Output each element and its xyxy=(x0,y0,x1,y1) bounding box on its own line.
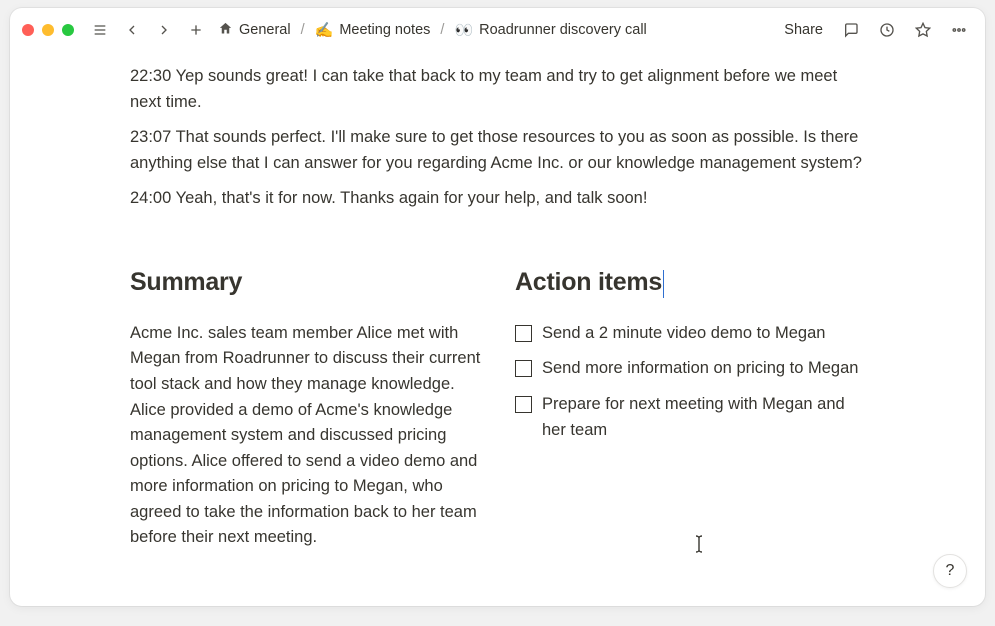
topbar: General / ✍️ Meeting notes / 👀 Roadrunne… xyxy=(10,8,985,52)
share-button[interactable]: Share xyxy=(780,18,827,42)
topbar-right-actions: Share xyxy=(780,18,971,42)
transcript-line[interactable]: 24:00 Yeah, that's it for now. Thanks ag… xyxy=(130,186,870,212)
summary-heading[interactable]: Summary xyxy=(130,268,242,297)
help-label: ? xyxy=(946,562,955,580)
todo-item[interactable]: Send a 2 minute video demo to Megan xyxy=(515,321,870,347)
new-page-button[interactable] xyxy=(184,18,208,42)
checkbox[interactable] xyxy=(515,325,532,342)
action-items-heading-text: Action items xyxy=(515,268,662,296)
favorite-button[interactable] xyxy=(911,18,935,42)
breadcrumb-label: General xyxy=(239,22,291,38)
todo-label[interactable]: Send more information on pricing to Mega… xyxy=(542,356,858,382)
checkbox[interactable] xyxy=(515,396,532,413)
breadcrumb: General / ✍️ Meeting notes / 👀 Roadrunne… xyxy=(216,19,649,42)
transcript-line[interactable]: 22:30 Yep sounds great! I can take that … xyxy=(130,64,870,115)
summary-body[interactable]: Acme Inc. sales team member Alice met wi… xyxy=(130,321,485,551)
columns: Summary Acme Inc. sales team member Alic… xyxy=(130,268,870,551)
breadcrumb-separator: / xyxy=(297,22,309,38)
breadcrumb-label: Meeting notes xyxy=(339,22,430,38)
todo-label[interactable]: Prepare for next meeting with Megan and … xyxy=(542,392,870,443)
nav-forward-button[interactable] xyxy=(152,18,176,42)
summary-column[interactable]: Summary Acme Inc. sales team member Alic… xyxy=(130,268,485,551)
help-button[interactable]: ? xyxy=(933,554,967,588)
window-zoom-button[interactable] xyxy=(62,24,74,36)
updates-button[interactable] xyxy=(875,18,899,42)
checkbox[interactable] xyxy=(515,360,532,377)
breadcrumb-item-meeting-notes[interactable]: ✍️ Meeting notes xyxy=(313,19,433,41)
app-window: General / ✍️ Meeting notes / 👀 Roadrunne… xyxy=(10,8,985,606)
window-close-button[interactable] xyxy=(22,24,34,36)
nav-back-button[interactable] xyxy=(120,18,144,42)
comments-button[interactable] xyxy=(839,18,863,42)
more-button[interactable] xyxy=(947,18,971,42)
breadcrumb-item-current-page[interactable]: 👀 Roadrunner discovery call xyxy=(452,19,648,41)
todo-list: Send a 2 minute video demo to Megan Send… xyxy=(515,321,870,443)
page-content[interactable]: 22:30 Yep sounds great! I can take that … xyxy=(10,52,985,606)
window-minimize-button[interactable] xyxy=(42,24,54,36)
text-caret xyxy=(663,270,665,298)
eyes-icon: 👀 xyxy=(454,21,473,39)
todo-item[interactable]: Send more information on pricing to Mega… xyxy=(515,356,870,382)
action-items-column[interactable]: Action items Send a 2 minute video demo … xyxy=(515,268,870,551)
action-items-heading[interactable]: Action items xyxy=(515,268,662,297)
todo-item[interactable]: Prepare for next meeting with Megan and … xyxy=(515,392,870,443)
writing-hand-icon: ✍️ xyxy=(315,21,334,39)
transcript-line[interactable]: 23:07 That sounds perfect. I'll make sur… xyxy=(130,125,870,176)
breadcrumb-item-general[interactable]: General xyxy=(216,19,293,42)
breadcrumb-label: Roadrunner discovery call xyxy=(479,22,647,38)
breadcrumb-separator: / xyxy=(436,22,448,38)
home-icon xyxy=(218,21,233,40)
window-controls xyxy=(22,24,74,36)
todo-label[interactable]: Send a 2 minute video demo to Megan xyxy=(542,321,825,347)
sidebar-toggle-button[interactable] xyxy=(88,18,112,42)
